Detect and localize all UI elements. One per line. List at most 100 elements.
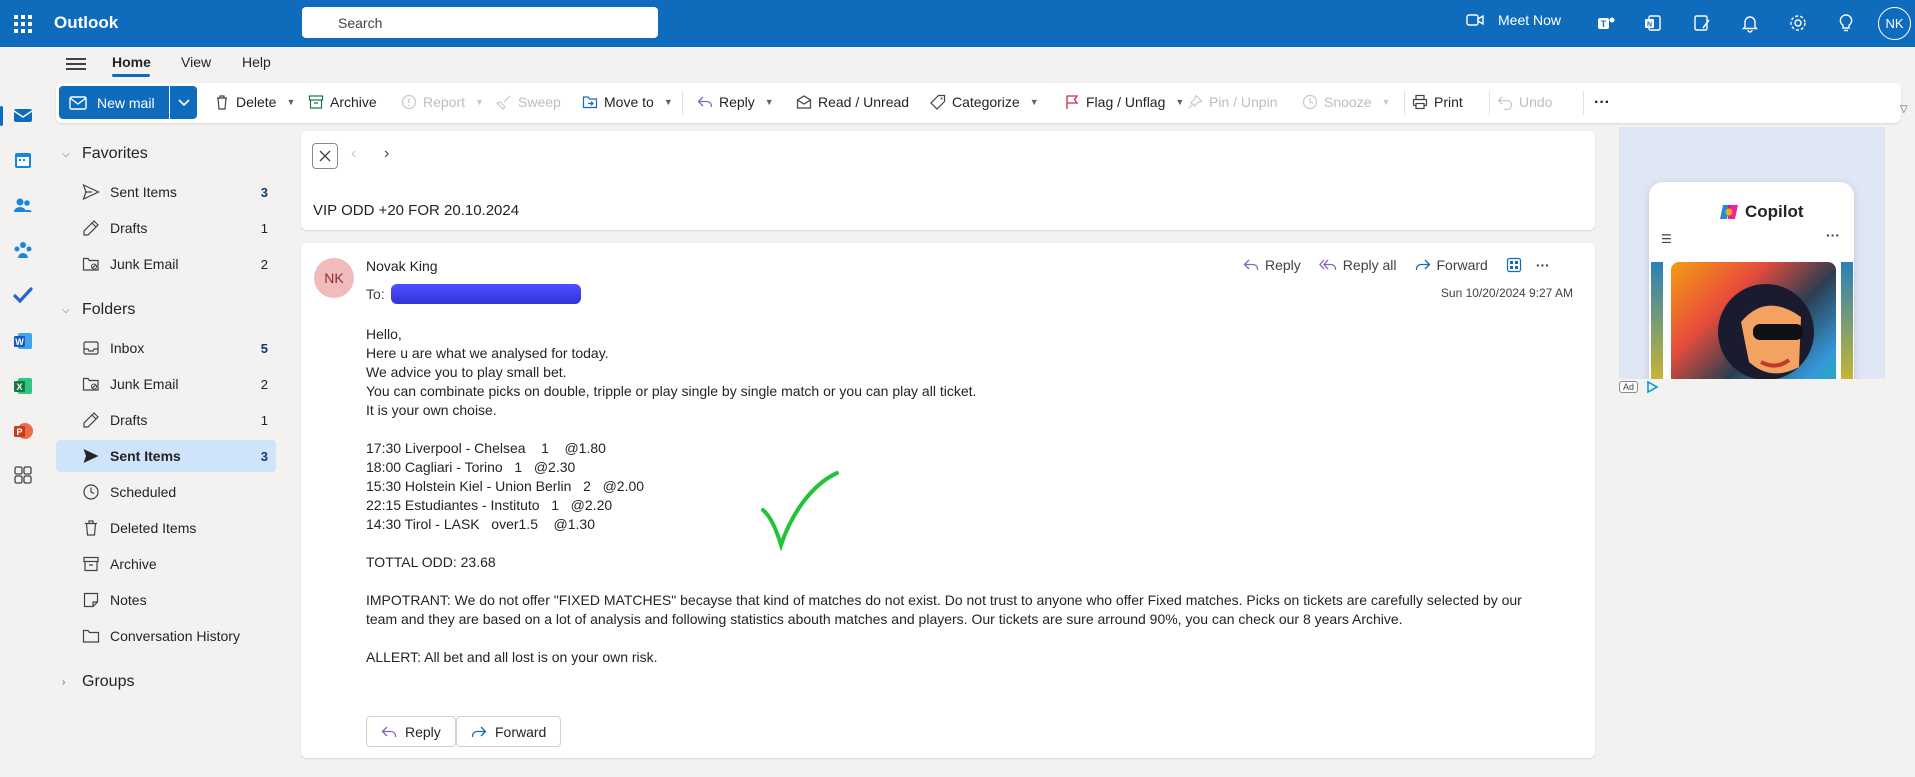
printer-icon	[1412, 94, 1428, 110]
favorite-junk-email[interactable]: Junk Email 2	[56, 248, 276, 280]
next-message-icon[interactable]: ›	[384, 145, 389, 163]
chevron-down-icon: ▼	[1381, 97, 1391, 107]
redacted-recipient	[390, 284, 581, 304]
folder-inbox[interactable]: Inbox 5	[56, 332, 276, 364]
flag-unflag-button[interactable]: Flag / Unflag ▼	[1064, 94, 1184, 110]
my-day-icon[interactable]	[1690, 11, 1714, 35]
account-avatar[interactable]: NK	[1878, 7, 1911, 40]
sender-name[interactable]: Novak King	[366, 258, 438, 274]
mail-app-icon[interactable]	[10, 102, 36, 128]
meet-now-button[interactable]: Meet Now	[1466, 12, 1561, 28]
clock-icon	[83, 484, 99, 500]
pencil-icon	[83, 412, 99, 428]
more-actions-icon[interactable]: ···	[1536, 257, 1550, 273]
footer-forward-button[interactable]: Forward	[456, 716, 562, 747]
favorites-header[interactable]: ⌵ Favorites	[62, 145, 148, 163]
sweep-button[interactable]: Sweep	[496, 94, 561, 110]
ad-image-strip	[1841, 262, 1853, 379]
app-name[interactable]: Outlook	[54, 13, 118, 33]
immersive-reader-button[interactable]	[1506, 257, 1522, 273]
folder-scheduled[interactable]: Scheduled	[56, 476, 276, 508]
archive-button[interactable]: Archive	[308, 94, 377, 110]
snooze-button[interactable]: Snooze ▼	[1302, 94, 1390, 110]
reply-all-button[interactable]: Reply all	[1318, 257, 1397, 273]
reply-button[interactable]: Reply ▼	[697, 94, 774, 110]
more-apps-icon[interactable]	[10, 462, 36, 488]
groups-app-icon[interactable]	[10, 237, 36, 263]
onenote-icon[interactable]: N	[1641, 11, 1665, 35]
print-button[interactable]: Print	[1412, 94, 1463, 110]
junk-folder-icon	[82, 377, 99, 391]
search-input[interactable]: Search	[302, 7, 658, 38]
folder-drafts[interactable]: Drafts 1	[56, 404, 276, 436]
folder-sent-items[interactable]: Sent Items 3	[56, 440, 276, 472]
lightbulb-icon[interactable]	[1834, 11, 1858, 35]
folder-junk-email[interactable]: Junk Email 2	[56, 368, 276, 400]
todo-app-icon[interactable]	[10, 282, 36, 308]
close-button[interactable]	[312, 143, 338, 169]
sender-avatar[interactable]: NK	[314, 258, 354, 298]
bell-icon[interactable]	[1738, 11, 1762, 35]
grid-view-icon	[1506, 257, 1521, 273]
tab-help[interactable]: Help	[242, 54, 271, 70]
folder-archive[interactable]: Archive	[56, 548, 276, 580]
pick-line: 18:00 Cagliari - Torino 1 @2.30	[366, 459, 576, 475]
message-card: NK Novak King To: Reply Reply all Forwar…	[301, 243, 1595, 758]
forward-icon	[471, 726, 487, 737]
pick-line: 15:30 Holstein Kiel - Union Berlin 2 @2.…	[366, 478, 645, 494]
ad-choices-icon[interactable]	[1645, 380, 1659, 394]
more-options-button[interactable]: ···	[1584, 91, 1620, 115]
folder-icon	[82, 629, 100, 643]
pin-unpin-button[interactable]: Pin / Unpin	[1187, 94, 1277, 110]
forward-button[interactable]: Forward	[1415, 257, 1488, 273]
undo-button[interactable]: Undo	[1497, 94, 1552, 110]
chevron-down-icon: ⌵	[62, 148, 70, 160]
new-mail-button[interactable]: New mail	[59, 86, 169, 119]
reply-icon	[381, 726, 397, 737]
advertisement[interactable]: Copilot ☰ ···	[1619, 127, 1885, 379]
folder-notes[interactable]: Notes	[56, 584, 276, 616]
people-app-icon[interactable]	[10, 192, 36, 218]
broom-icon	[496, 95, 511, 110]
total-odd-line: TOTTAL ODD: 23.68	[366, 554, 496, 570]
forward-icon	[1415, 259, 1430, 270]
body-line: It is your own choise.	[366, 402, 497, 418]
folders-header[interactable]: ⌵ Folders	[62, 301, 135, 319]
previous-message-icon[interactable]: ‹	[351, 145, 356, 163]
tab-home[interactable]: Home	[112, 54, 151, 70]
pick-line: 22:15 Estudiantes - Instituto 1 @2.20	[366, 497, 613, 513]
move-to-button[interactable]: Move to ▼	[582, 94, 673, 110]
delete-button[interactable]: Delete ▼	[214, 94, 295, 110]
gear-icon[interactable]	[1786, 11, 1810, 35]
categorize-button[interactable]: Categorize ▼	[930, 94, 1039, 110]
ribbon-collapse-icon[interactable]: ▽	[1900, 104, 1908, 115]
folder-conversation-history[interactable]: Conversation History	[56, 620, 276, 652]
folder-deleted-items[interactable]: Deleted Items	[56, 512, 276, 544]
read-unread-button[interactable]: Read / Unread	[796, 94, 909, 110]
teams-icon[interactable]: T	[1594, 11, 1618, 35]
powerpoint-app-icon[interactable]: P	[10, 418, 36, 444]
ad-menu-icon: ☰	[1661, 232, 1672, 246]
favorite-drafts[interactable]: Drafts 1	[56, 212, 276, 244]
excel-app-icon[interactable]: X	[10, 373, 36, 399]
chevron-down-icon: ▼	[663, 97, 673, 107]
app-launcher-icon[interactable]	[11, 12, 33, 34]
word-app-icon[interactable]: W	[10, 328, 36, 354]
pin-icon	[1188, 94, 1203, 109]
hamburger-menu-icon[interactable]	[66, 55, 86, 73]
favorite-sent-items[interactable]: Sent Items 3	[56, 176, 276, 208]
tab-view[interactable]: View	[181, 54, 211, 70]
report-button[interactable]: Report ▼	[401, 94, 484, 110]
reply-button[interactable]: Reply	[1243, 257, 1301, 273]
groups-header[interactable]: › Groups	[62, 673, 134, 691]
chevron-down-icon	[177, 98, 190, 106]
meet-now-label: Meet Now	[1498, 12, 1562, 28]
new-mail-dropdown[interactable]	[170, 86, 197, 119]
footer-reply-button[interactable]: Reply	[366, 716, 456, 747]
chevron-down-icon: ▼	[286, 97, 296, 107]
toolbar-divider	[1489, 91, 1490, 115]
ad-badge[interactable]: Ad	[1619, 381, 1639, 393]
body-line: You can combinate picks on double, tripp…	[366, 383, 977, 399]
calendar-app-icon[interactable]	[10, 147, 36, 173]
chevron-right-icon: ›	[62, 676, 66, 688]
